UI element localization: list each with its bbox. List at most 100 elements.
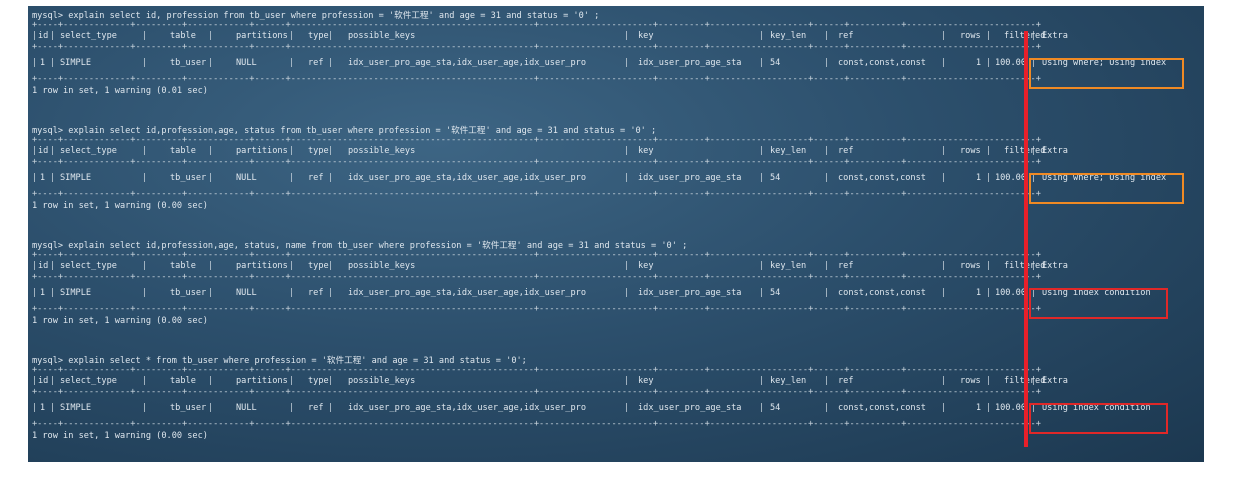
- column-divider: |: [289, 31, 295, 41]
- column-divider: |: [759, 376, 765, 386]
- column-divider: |: [289, 58, 295, 68]
- column-divider: |: [142, 31, 148, 41]
- header-cell-possible-keys: possible_keys: [348, 146, 416, 156]
- header-cell-rows: rows: [960, 146, 981, 156]
- column-divider: |: [32, 31, 38, 41]
- column-divider: |: [824, 31, 830, 41]
- data-cell-id: 1: [39, 288, 45, 298]
- red-divider-line: [1024, 31, 1028, 447]
- column-divider: |: [759, 288, 765, 298]
- result-footer: 1 row in set, 1 warning (0.00 sec): [32, 201, 208, 211]
- header-cell-rows: rows: [960, 376, 981, 386]
- column-divider: |: [624, 173, 630, 183]
- result-footer: 1 row in set, 1 warning (0.00 sec): [32, 431, 208, 441]
- data-cell-id: 1: [39, 403, 45, 413]
- data-cell-ref: const,const,const: [838, 288, 926, 298]
- table-border: +----+-------------+---------+----------…: [32, 387, 1041, 397]
- header-cell-ref: ref: [838, 146, 854, 156]
- data-cell-extra: Using where; Using index: [1042, 173, 1167, 183]
- column-divider: |: [941, 261, 947, 271]
- column-divider: |: [941, 58, 947, 68]
- header-cell-possible-keys: possible_keys: [348, 376, 416, 386]
- table-border: +----+-------------+---------+----------…: [32, 20, 1041, 30]
- column-divider: |: [624, 288, 630, 298]
- data-cell-partitions: NULL: [236, 288, 257, 298]
- data-cell-filtered: 100.00: [994, 288, 1026, 298]
- table-border: +----+-------------+---------+----------…: [32, 74, 1041, 84]
- data-cell-id: 1: [39, 58, 45, 68]
- column-divider: |: [624, 58, 630, 68]
- table-border: +----+-------------+---------+----------…: [32, 135, 1041, 145]
- data-cell-partitions: NULL: [236, 58, 257, 68]
- column-divider: |: [941, 173, 947, 183]
- header-cell-key: key: [638, 261, 654, 271]
- data-cell-key: idx_user_pro_age_sta: [638, 173, 742, 183]
- column-divider: |: [32, 376, 38, 386]
- data-cell-rows: 1: [975, 58, 981, 68]
- column-divider: |: [1031, 58, 1037, 68]
- header-cell-extra: Extra: [1042, 146, 1068, 156]
- header-cell-key-len: key_len: [770, 146, 807, 156]
- table-border: +----+-------------+---------+----------…: [32, 189, 1041, 199]
- column-divider: |: [50, 288, 56, 298]
- column-divider: |: [208, 376, 214, 386]
- column-divider: |: [624, 31, 630, 41]
- data-cell-possible-keys: idx_user_pro_age_sta,idx_user_age,idx_us…: [348, 58, 586, 68]
- column-divider: |: [624, 403, 630, 413]
- column-divider: |: [50, 31, 56, 41]
- header-cell-rows: rows: [960, 31, 981, 41]
- header-cell-table: table: [170, 146, 196, 156]
- table-border: +----+-------------+---------+----------…: [32, 250, 1041, 260]
- column-divider: |: [289, 403, 295, 413]
- column-divider: |: [208, 403, 214, 413]
- column-divider: |: [142, 58, 148, 68]
- column-divider: |: [759, 58, 765, 68]
- column-divider: |: [328, 376, 334, 386]
- data-cell-rows: 1: [975, 288, 981, 298]
- terminal-window[interactable]: mysql> explain select id, profession fro…: [28, 6, 1204, 462]
- column-divider: |: [824, 376, 830, 386]
- header-cell-select-type: select_type: [60, 376, 117, 386]
- column-divider: |: [32, 261, 38, 271]
- data-cell-type: ref: [308, 58, 324, 68]
- column-divider: |: [986, 261, 992, 271]
- column-divider: |: [624, 261, 630, 271]
- header-cell-extra: Extra: [1042, 31, 1068, 41]
- header-cell-id: id: [38, 376, 49, 386]
- header-cell-partitions: partitions: [236, 146, 288, 156]
- data-cell-table: tb_user: [170, 173, 207, 183]
- data-cell-type: ref: [308, 288, 324, 298]
- result-footer: 1 row in set, 1 warning (0.01 sec): [32, 86, 208, 96]
- column-divider: |: [50, 173, 56, 183]
- data-cell-table: tb_user: [170, 58, 207, 68]
- data-cell-key: idx_user_pro_age_sta: [638, 58, 742, 68]
- table-border: +----+-------------+---------+----------…: [32, 304, 1041, 314]
- column-divider: |: [289, 173, 295, 183]
- column-divider: |: [824, 58, 830, 68]
- column-divider: |: [328, 261, 334, 271]
- header-cell-key: key: [638, 376, 654, 386]
- data-cell-ref: const,const,const: [838, 403, 926, 413]
- column-divider: |: [824, 261, 830, 271]
- column-divider: |: [142, 403, 148, 413]
- column-divider: |: [941, 31, 947, 41]
- data-cell-select-type: SIMPLE: [60, 173, 92, 183]
- header-cell-rows: rows: [960, 261, 981, 271]
- data-cell-possible-keys: idx_user_pro_age_sta,idx_user_age,idx_us…: [348, 403, 586, 413]
- header-cell-key-len: key_len: [770, 376, 807, 386]
- header-cell-table: table: [170, 376, 196, 386]
- column-divider: |: [289, 146, 295, 156]
- table-border: +----+-------------+---------+----------…: [32, 365, 1041, 375]
- table-border: +----+-------------+---------+----------…: [32, 272, 1041, 282]
- column-divider: |: [142, 261, 148, 271]
- header-cell-table: table: [170, 31, 196, 41]
- table-border: +----+-------------+---------+----------…: [32, 157, 1041, 167]
- header-cell-ref: ref: [838, 376, 854, 386]
- data-cell-filtered: 100.00: [994, 58, 1026, 68]
- column-divider: |: [50, 403, 56, 413]
- column-divider: |: [142, 376, 148, 386]
- data-cell-filtered: 100.00: [994, 403, 1026, 413]
- data-cell-key-len: 54: [770, 403, 781, 413]
- data-cell-table: tb_user: [170, 403, 207, 413]
- column-divider: |: [1031, 403, 1037, 413]
